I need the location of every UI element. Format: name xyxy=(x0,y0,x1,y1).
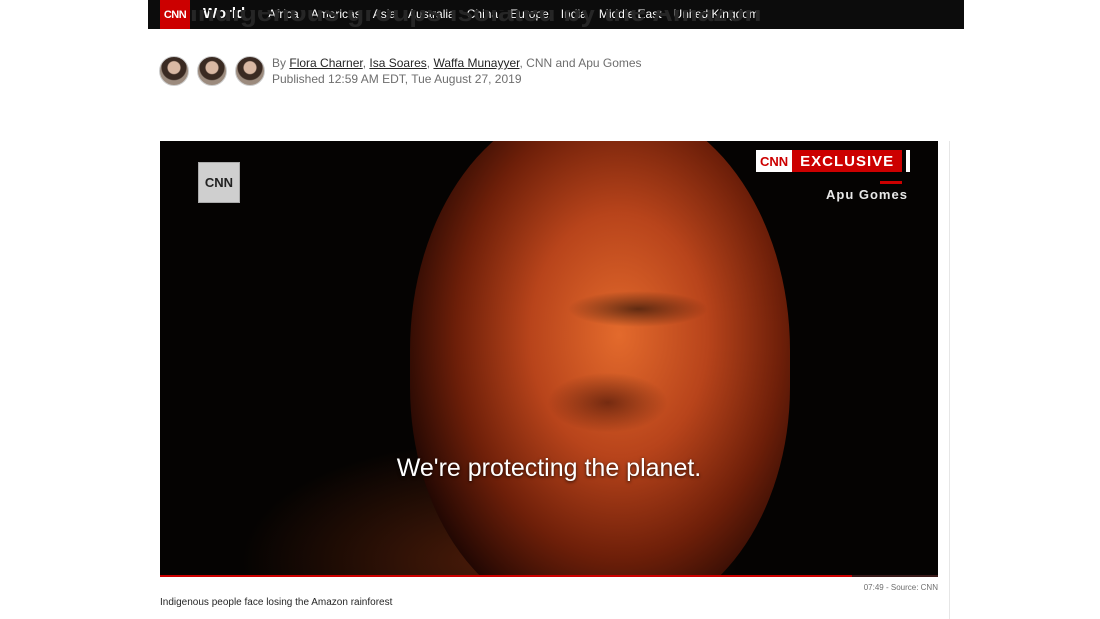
exclusive-divider xyxy=(906,150,911,172)
exclusive-banner: CNN EXCLUSIVE xyxy=(756,150,911,172)
headline-text: Indigenous groups isolated by the Amazon xyxy=(190,10,762,27)
author-avatar-1[interactable] xyxy=(159,56,189,86)
video-player[interactable]: CNN CNN EXCLUSIVE Apu Gomes We're protec… xyxy=(160,141,938,577)
byline-suffix: , CNN and Apu Gomes xyxy=(519,56,642,70)
column-divider xyxy=(949,141,950,619)
video-progress-bar[interactable] xyxy=(160,575,938,577)
author-link-waffa-munayyer[interactable]: Waffa Munayyer xyxy=(433,56,519,70)
reporter-name: Apu Gomes xyxy=(826,187,908,202)
author-avatar-3[interactable] xyxy=(235,56,265,86)
author-link-isa-soares[interactable]: Isa Soares xyxy=(369,56,426,70)
video-subtitle: We're protecting the planet. xyxy=(396,454,702,482)
video-frame-face xyxy=(410,141,790,577)
author-avatar-2[interactable] xyxy=(197,56,227,86)
headline-clipped: Indigenous groups isolated by the Amazon xyxy=(190,10,910,34)
cnn-logo[interactable]: CNN xyxy=(160,0,190,29)
cnn-watermark-logo: CNN xyxy=(198,162,240,203)
published-timestamp: Published 12:59 AM EDT, Tue August 27, 2… xyxy=(272,72,522,86)
reporter-accent-line xyxy=(880,181,902,184)
byline-prefix: By xyxy=(272,56,287,70)
video-duration-source: 07:49 - Source: CNN xyxy=(863,583,938,592)
byline: By Flora Charner, Isa Soares, Waffa Muna… xyxy=(272,56,642,70)
author-link-flora-charner[interactable]: Flora Charner xyxy=(289,56,362,70)
exclusive-label: EXCLUSIVE xyxy=(792,150,903,172)
video-progress-fill xyxy=(160,575,853,577)
video-caption: Indigenous people face losing the Amazon… xyxy=(160,597,393,608)
exclusive-cnn-logo: CNN xyxy=(756,150,793,172)
